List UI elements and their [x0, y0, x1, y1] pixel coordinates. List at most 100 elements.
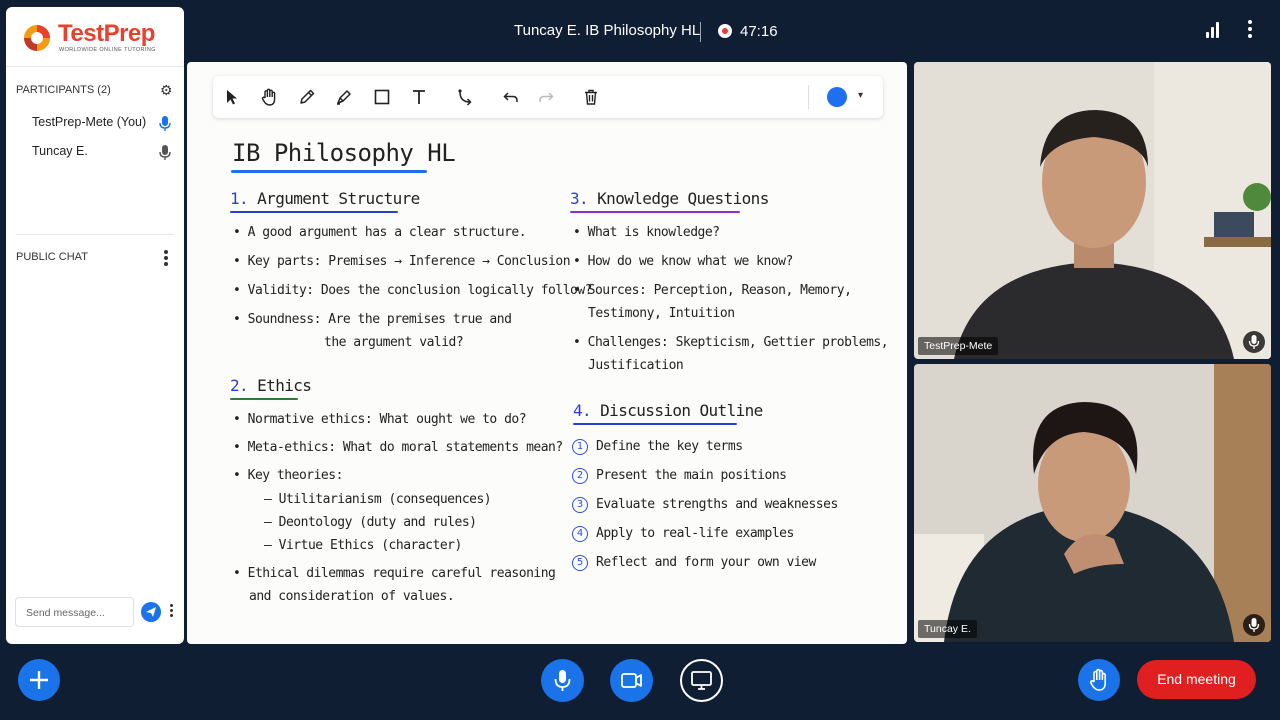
- mic-active-icon: [159, 116, 171, 131]
- send-message-button[interactable]: [141, 602, 161, 622]
- toolbar-divider: [808, 85, 809, 109]
- section-heading: 1. Argument Structure: [230, 189, 420, 208]
- brand-logo: TestPrep WORLDWIDE ONLINE TUTORING: [6, 7, 184, 67]
- bullet-continuation: Justification: [588, 358, 684, 373]
- bullet-item: • Normative ethics: What ought we to do?: [233, 412, 527, 427]
- more-options-icon[interactable]: [1244, 20, 1256, 40]
- chevron-down-icon[interactable]: ▾: [858, 90, 863, 101]
- chat-heading: PUBLIC CHAT: [16, 251, 88, 263]
- redo-icon[interactable]: [535, 86, 557, 108]
- mic-icon[interactable]: [1243, 614, 1265, 636]
- outline-step: Present the main positions: [596, 468, 787, 483]
- step-number-badge: 4: [572, 526, 588, 542]
- signal-strength-icon[interactable]: [1206, 22, 1220, 38]
- brand-tagline: WORLDWIDE ONLINE TUTORING: [59, 47, 156, 53]
- participant-item[interactable]: Tuncay E.: [32, 144, 178, 164]
- mic-icon: [159, 145, 171, 160]
- bullet-item: • What is knowledge?: [573, 225, 720, 240]
- top-bar: Tuncay E. IB Philosophy HL 47:16: [186, 0, 1280, 62]
- bullet-continuation: the argument valid?: [324, 335, 464, 350]
- bullet-item: • Sources: Perception, Reason, Memory,: [573, 283, 852, 298]
- section-underline: [230, 211, 398, 213]
- bullet-item: • Validity: Does the conclusion logicall…: [233, 283, 593, 298]
- bullet-item: • Key parts: Premises → Inference → Conc…: [233, 254, 571, 269]
- section-underline: [570, 211, 740, 213]
- step-number-badge: 2: [572, 468, 588, 484]
- plus-icon: [30, 671, 48, 689]
- sub-bullet-item: – Deontology (duty and rules): [264, 515, 477, 530]
- section-underline: [573, 423, 737, 425]
- rectangle-tool-icon[interactable]: [371, 86, 393, 108]
- chat-input-options-icon[interactable]: [166, 604, 176, 622]
- color-picker-swatch[interactable]: [827, 87, 847, 107]
- participant-name: Tuncay E.: [32, 144, 88, 158]
- connector-tool-icon[interactable]: [455, 86, 477, 108]
- sub-bullet-item: – Utilitarianism (consequences): [264, 492, 492, 507]
- section-heading: 2. Ethics: [230, 376, 312, 395]
- outline-step: Define the key terms: [596, 439, 743, 454]
- screen-share-icon: [691, 671, 712, 690]
- undo-icon[interactable]: [500, 86, 522, 108]
- screen-share-button[interactable]: [680, 659, 723, 702]
- select-tool-icon[interactable]: [221, 86, 243, 108]
- title-underline: [231, 170, 427, 173]
- outline-step: Evaluate strengths and weaknesses: [596, 497, 838, 512]
- raise-hand-button[interactable]: [1078, 659, 1120, 701]
- board-title: IB Philosophy HL: [232, 139, 456, 167]
- camera-toggle-button[interactable]: [610, 659, 653, 702]
- sub-bullet-item: – Virtue Ethics (character): [264, 538, 462, 553]
- section-heading: 4. Discussion Outline: [573, 401, 763, 420]
- video-tile-student[interactable]: Tuncay E.: [914, 364, 1271, 642]
- chat-options-icon[interactable]: [160, 250, 172, 268]
- bullet-item: • Challenges: Skepticism, Gettier proble…: [573, 335, 889, 350]
- add-action-button[interactable]: [18, 659, 60, 701]
- brand-name: TestPrep: [58, 20, 155, 47]
- outline-step: Apply to real-life examples: [596, 526, 794, 541]
- whiteboard[interactable]: ▾ IB Philosophy HL 1. Argument Structure…: [187, 62, 907, 644]
- trash-icon[interactable]: [580, 86, 602, 108]
- section-heading: 3. Knowledge Questions: [570, 189, 769, 208]
- bullet-item: • Soundness: Are the premises true and: [233, 312, 512, 327]
- step-number-badge: 1: [572, 439, 588, 455]
- chat-input[interactable]: Send message...: [15, 597, 134, 627]
- hand-tool-icon[interactable]: [258, 86, 280, 108]
- student-video-feed: [914, 364, 1271, 642]
- pencil-tool-icon[interactable]: [296, 86, 318, 108]
- bullet-item: • Ethical dilemmas require careful reaso…: [233, 566, 556, 581]
- bullet-item: • Meta-ethics: What do moral statements …: [233, 440, 563, 455]
- sidebar: TestPrep WORLDWIDE ONLINE TUTORING PARTI…: [6, 7, 184, 644]
- raise-hand-icon: [1090, 668, 1106, 691]
- tutor-video-feed: [914, 62, 1271, 359]
- text-tool-icon[interactable]: [408, 86, 430, 108]
- bullet-item: • How do we know what we know?: [573, 254, 793, 269]
- bullet-item: • Key theories:: [233, 468, 343, 483]
- video-tile-tutor[interactable]: TestPrep-Mete: [914, 62, 1271, 359]
- participant-item[interactable]: TestPrep-Mete (You): [32, 115, 178, 135]
- bullet-continuation: and consideration of values.: [249, 589, 455, 604]
- step-number-badge: 5: [572, 555, 588, 571]
- gear-icon[interactable]: ⚙: [160, 82, 173, 99]
- meeting-timer: 47:16: [740, 23, 778, 40]
- sidebar-divider: [16, 234, 174, 235]
- microphone-icon: [554, 670, 571, 691]
- video-label: Tuncay E.: [918, 620, 977, 638]
- testprep-logo-icon: [24, 25, 50, 51]
- marker-tool-icon[interactable]: [333, 86, 355, 108]
- video-label: TestPrep-Mete: [918, 337, 999, 355]
- video-camera-icon: [621, 673, 642, 688]
- bullet-item: • A good argument has a clear structure.: [233, 225, 527, 240]
- step-number-badge: 3: [572, 497, 588, 513]
- title-divider: [700, 22, 701, 42]
- outline-step: Reflect and form your own view: [596, 555, 816, 570]
- section-underline: [230, 398, 298, 400]
- meeting-title: Tuncay E. IB Philosophy HL: [514, 22, 701, 39]
- send-icon: [146, 607, 156, 617]
- mic-icon[interactable]: [1243, 331, 1265, 353]
- participant-name: TestPrep-Mete (You): [32, 115, 147, 129]
- whiteboard-toolbar: ▾: [213, 76, 883, 118]
- bullet-continuation: Testimony, Intuition: [588, 306, 735, 321]
- end-meeting-button[interactable]: End meeting: [1137, 660, 1256, 699]
- microphone-toggle-button[interactable]: [541, 659, 584, 702]
- recording-icon: [718, 24, 732, 38]
- participants-heading: PARTICIPANTS (2): [16, 84, 111, 96]
